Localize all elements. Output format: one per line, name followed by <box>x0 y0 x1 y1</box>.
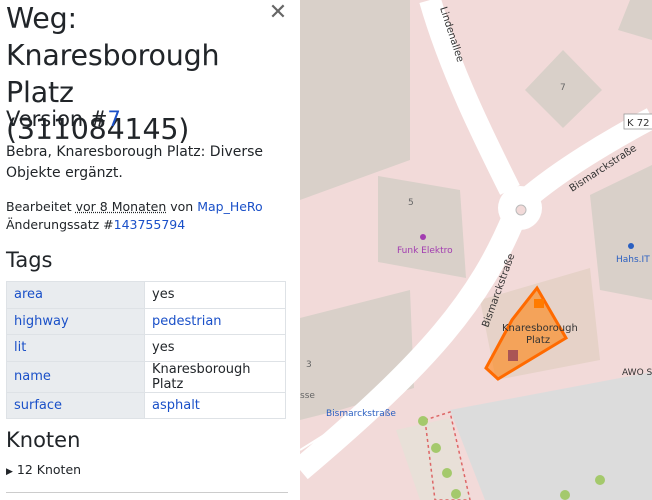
map-canvas[interactable]: Lindenallee Bismarckstraße Bismarckstraß… <box>300 0 652 500</box>
tag-value: asphalt <box>144 391 286 419</box>
table-row: lit yes <box>6 334 286 362</box>
house-number: 5 <box>408 198 414 208</box>
description-line-2: Objekte ergänzt. <box>6 165 123 181</box>
title-line-1: Weg: <box>6 2 77 35</box>
poi-label-awo: AWO Sc <box>622 368 652 378</box>
poi-label-funk: Funk Elektro <box>397 246 453 256</box>
changeset-comment: Bebra, Knaresborough Platz: Diverse Obje… <box>6 142 286 184</box>
tag-key-link[interactable]: name <box>14 369 51 384</box>
highlight-label: Knaresborough <box>502 323 578 334</box>
changeset-link[interactable]: 143755794 <box>114 217 186 232</box>
poi-dot <box>420 234 426 240</box>
street-label-partial: sse <box>300 391 315 401</box>
tags-table: area yes highway pedestrian lit yes name… <box>6 281 286 419</box>
tag-value: yes <box>144 334 286 362</box>
nodes-toggle[interactable]: ▶ 12 Knoten <box>6 462 81 477</box>
edited-time: vor 8 Monaten <box>75 199 167 214</box>
table-row: name Knaresborough Platz <box>6 360 286 393</box>
poi-label-hahs: Hahs.IT <box>616 255 650 265</box>
description-line-1: Bebra, Knaresborough Platz: Diverse <box>6 144 264 160</box>
table-row: area yes <box>6 281 286 309</box>
nodes-heading: Knoten <box>6 428 81 452</box>
tag-key-link[interactable]: lit <box>14 340 26 355</box>
tag-value-link[interactable]: pedestrian <box>152 314 222 329</box>
tag-value: yes <box>144 281 286 309</box>
roundabout-center <box>515 204 527 216</box>
house-number: 3 <box>306 360 312 370</box>
tag-key: highway <box>6 307 145 335</box>
tag-key-link[interactable]: highway <box>14 314 69 329</box>
poi-icon <box>534 299 544 308</box>
tag-key: area <box>6 281 145 309</box>
poi-dot <box>628 243 634 249</box>
edited-prefix: Bearbeitet <box>6 199 76 214</box>
map[interactable]: Lindenallee Bismarckstraße Bismarckstraß… <box>300 0 652 500</box>
road-ref-label: K 72 <box>627 118 649 129</box>
house-number: 7 <box>560 83 566 93</box>
title-line-2: Knaresborough <box>6 39 220 72</box>
tag-value-link[interactable]: asphalt <box>152 398 200 413</box>
edit-meta: Bearbeitet vor 8 Monaten von Map_HeRo Än… <box>6 198 263 234</box>
changeset-prefix: Änderungssatz # <box>6 217 114 232</box>
nodes-summary: 12 Knoten <box>16 462 82 477</box>
table-row: highway pedestrian <box>6 307 286 335</box>
edited-by-word: von <box>166 199 198 214</box>
tag-key: surface <box>6 391 145 419</box>
version-heading: Version #7 <box>6 107 121 131</box>
tag-key: lit <box>6 334 145 362</box>
poi-icon <box>508 350 518 361</box>
version-prefix: Version # <box>6 107 108 131</box>
tag-key: name <box>6 360 145 393</box>
close-icon[interactable]: ✕ <box>268 2 288 24</box>
tag-key-link[interactable]: area <box>14 287 43 302</box>
sidebar: ✕ Weg: Knaresborough Platz (311084145) V… <box>0 0 300 500</box>
editor-link[interactable]: Map_HeRo <box>197 199 263 214</box>
tag-key-link[interactable]: surface <box>14 398 62 413</box>
bus-stop-label: Bismarckstraße <box>326 409 396 419</box>
table-row: surface asphalt <box>6 391 286 419</box>
divider <box>6 492 288 493</box>
tag-value: Knaresborough Platz <box>144 360 286 393</box>
version-link[interactable]: 7 <box>108 107 121 131</box>
building <box>378 176 466 278</box>
highlight-label: Platz <box>526 335 550 346</box>
triangle-right-icon: ▶ <box>6 467 13 477</box>
tag-value: pedestrian <box>144 307 286 335</box>
tags-heading: Tags <box>6 248 53 272</box>
